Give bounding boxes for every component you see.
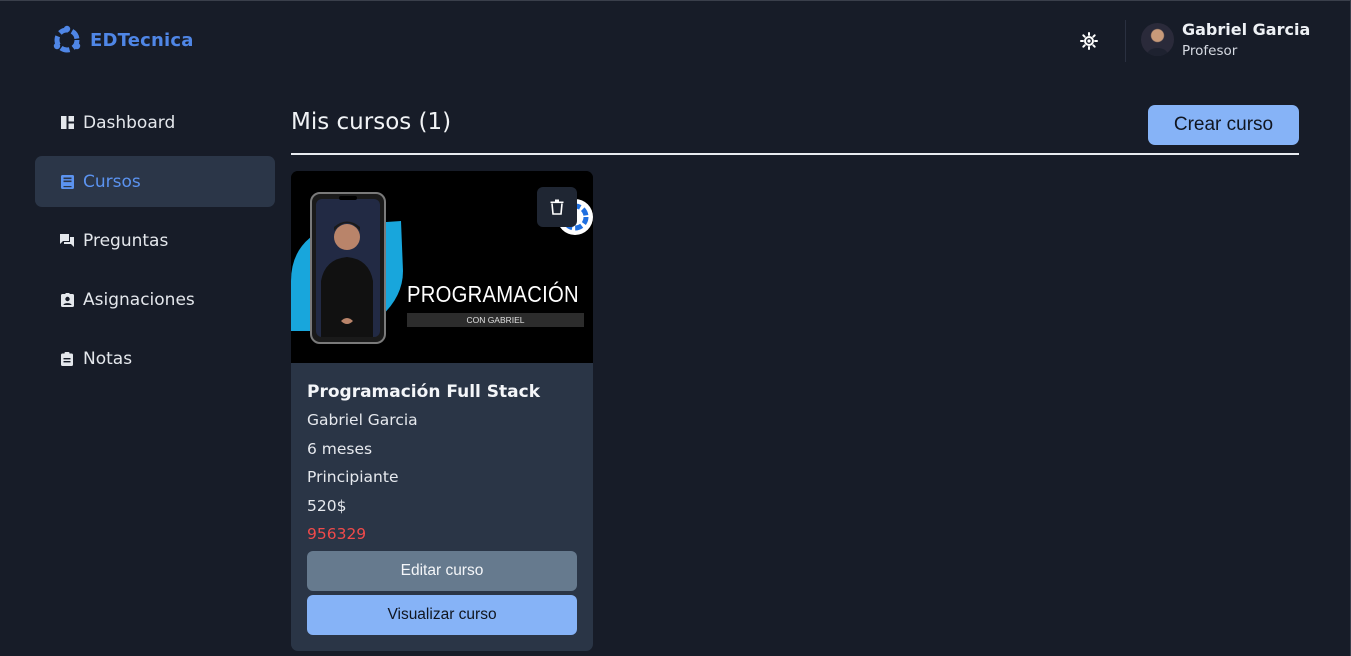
user-role: Profesor <box>1182 43 1238 59</box>
sidebar-item-cursos[interactable]: Cursos <box>35 156 275 207</box>
logo-icon <box>53 25 81 53</box>
chat-bubbles-icon <box>60 234 74 248</box>
dashboard-icon <box>60 116 74 130</box>
theme-toggle-button[interactable] <box>1078 30 1100 52</box>
course-info: Programación Full Stack Gabriel Garcia 6… <box>307 378 577 549</box>
course-thumbnail[interactable]: PROGRAMACIÓN CON GABRIEL <box>291 171 593 363</box>
view-course-button[interactable]: Visualizar curso <box>307 595 577 635</box>
title-divider <box>291 153 1299 155</box>
sidebar-item-label: Notas <box>83 348 133 369</box>
course-level: Principiante <box>307 468 399 486</box>
course-price: 520$ <box>307 496 347 515</box>
thumbnail-headline: PROGRAMACIÓN <box>407 281 579 307</box>
course-instructor: Gabriel Garcia <box>307 411 418 429</box>
delete-course-button[interactable] <box>537 187 577 227</box>
brand-logo[interactable]: EDTecnica <box>51 24 194 56</box>
trash-icon <box>550 199 564 215</box>
course-card: PROGRAMACIÓN CON GABRIEL Programación Fu… <box>291 171 593 651</box>
course-duration: 6 meses <box>307 439 373 458</box>
sidebar-item-label: Asignaciones <box>83 289 195 310</box>
create-course-button[interactable]: Crear curso <box>1148 105 1299 145</box>
course-code: 956329 <box>307 525 367 543</box>
sidebar-item-label: Preguntas <box>83 230 169 251</box>
window-top-border <box>0 0 1351 1</box>
header-divider <box>1125 20 1126 62</box>
user-name: Gabriel Garcia <box>1182 20 1311 39</box>
sun-icon <box>1080 32 1098 50</box>
thumbnail-subline: CON GABRIEL <box>407 313 584 327</box>
sidebar-item-label: Dashboard <box>83 112 176 133</box>
avatar <box>1141 23 1174 56</box>
sidebar-item-label: Cursos <box>83 171 141 192</box>
sidebar-item-dashboard[interactable]: Dashboard <box>35 97 275 148</box>
user-info: Gabriel Garcia Profesor <box>1182 19 1310 61</box>
user-menu[interactable]: Gabriel Garcia Profesor <box>1141 19 1310 61</box>
assignment-ind-icon <box>60 292 74 307</box>
course-title: Programación Full Stack <box>307 382 541 402</box>
edit-course-button[interactable]: Editar curso <box>307 551 577 591</box>
sidebar-item-asignaciones[interactable]: Asignaciones <box>35 274 275 325</box>
clipboard-icon <box>60 351 74 366</box>
book-icon <box>60 174 74 189</box>
page-title: Mis cursos (1) <box>291 109 452 135</box>
sidebar-item-notas[interactable]: Notas <box>35 333 275 384</box>
brand-name: EDTecnica <box>90 29 194 51</box>
sidebar-item-preguntas[interactable]: Preguntas <box>35 215 275 266</box>
sidebar: Dashboard Cursos Preguntas Asignaciones … <box>35 97 275 392</box>
